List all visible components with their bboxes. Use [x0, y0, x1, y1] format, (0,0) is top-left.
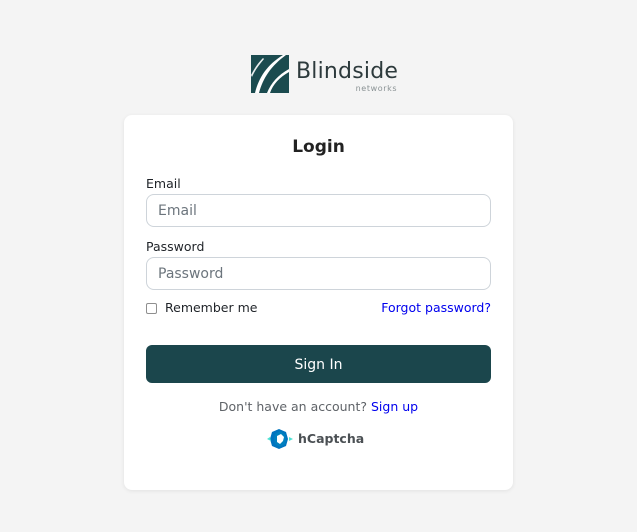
- hcaptcha-badge[interactable]: hCaptcha: [266, 428, 364, 450]
- hcaptcha-label: hCaptcha: [298, 431, 365, 446]
- password-field[interactable]: [146, 257, 491, 290]
- forgot-password-link[interactable]: Forgot password?: [381, 300, 491, 316]
- blindside-logo-icon: [251, 55, 289, 93]
- remember-me-checkbox[interactable]: [146, 302, 157, 314]
- email-field[interactable]: [146, 194, 491, 227]
- brand-name: Blindside: [296, 59, 399, 84]
- sign-in-button[interactable]: Sign In: [146, 345, 491, 383]
- login-card: Login Email Password Remember me Forgot …: [124, 115, 513, 490]
- hcaptcha-icon: [266, 428, 294, 450]
- signup-row: Don't have an account? Sign up: [124, 399, 513, 415]
- signup-prompt: Don't have an account?: [218, 399, 368, 414]
- signup-link[interactable]: Sign up: [371, 399, 418, 414]
- brand-logo: Blindside networks: [251, 55, 398, 93]
- password-label: Password: [146, 239, 205, 254]
- page-title: Login: [292, 137, 345, 157]
- brand-tagline: networks: [355, 84, 398, 93]
- remember-me[interactable]: Remember me: [146, 300, 257, 316]
- remember-me-label: Remember me: [165, 300, 258, 315]
- email-label: Email: [146, 176, 181, 191]
